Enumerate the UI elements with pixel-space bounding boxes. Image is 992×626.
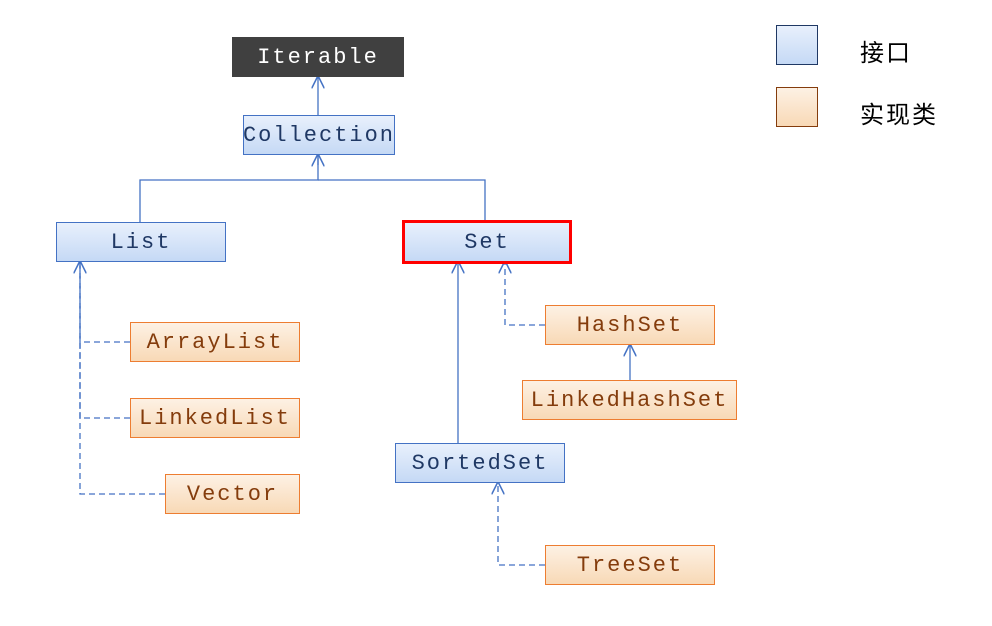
node-arraylist-label: ArrayList bbox=[147, 330, 284, 355]
node-collection: Collection bbox=[243, 115, 395, 155]
node-arraylist: ArrayList bbox=[130, 322, 300, 362]
node-treeset-label: TreeSet bbox=[577, 553, 683, 578]
node-hashset: HashSet bbox=[545, 305, 715, 345]
node-collection-label: Collection bbox=[243, 123, 395, 148]
node-list-label: List bbox=[111, 230, 172, 255]
node-vector-label: Vector bbox=[187, 482, 278, 507]
node-vector: Vector bbox=[165, 474, 300, 514]
node-sortedset: SortedSet bbox=[395, 443, 565, 483]
diagram-connectors bbox=[0, 0, 992, 626]
node-linkedlist-label: LinkedList bbox=[139, 406, 291, 431]
node-treeset: TreeSet bbox=[545, 545, 715, 585]
node-linkedlist: LinkedList bbox=[130, 398, 300, 438]
node-iterable: Iterable bbox=[232, 37, 404, 77]
node-set-label: Set bbox=[464, 230, 510, 255]
node-sortedset-label: SortedSet bbox=[412, 451, 549, 476]
node-list: List bbox=[56, 222, 226, 262]
node-set: Set bbox=[404, 222, 570, 262]
legend-swatch-interface bbox=[776, 25, 818, 65]
node-linkedhashset-label: LinkedHashSet bbox=[531, 388, 729, 413]
node-hashset-label: HashSet bbox=[577, 313, 683, 338]
node-linkedhashset: LinkedHashSet bbox=[522, 380, 737, 420]
legend-label-interface: 接口 bbox=[860, 33, 912, 68]
legend-swatch-impl bbox=[776, 87, 818, 127]
node-iterable-label: Iterable bbox=[257, 45, 379, 70]
legend-label-impl: 实现类 bbox=[860, 95, 938, 130]
